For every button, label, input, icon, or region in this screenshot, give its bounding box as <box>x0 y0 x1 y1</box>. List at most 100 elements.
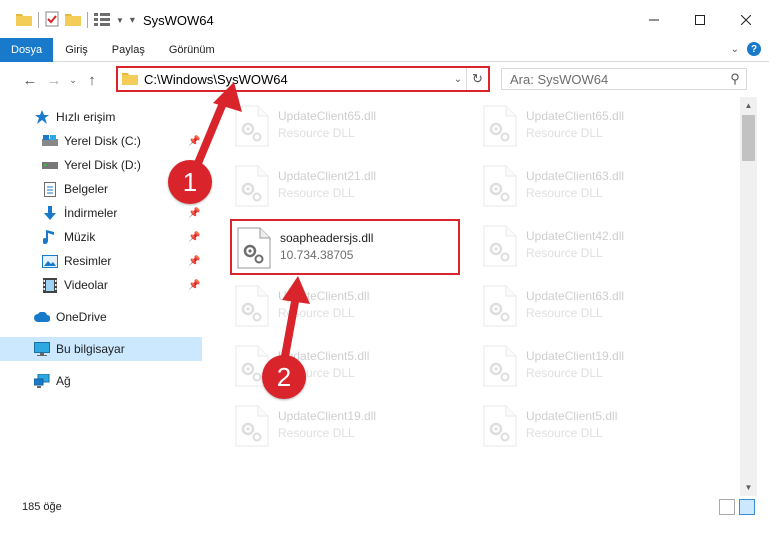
file-item[interactable]: UpdateClient63.dll Resource DLL <box>478 159 708 215</box>
address-bar[interactable]: C:\Windows\SysWOW64 ⌄ ↻ <box>116 66 490 92</box>
cloud-icon <box>34 309 50 325</box>
folder-icon <box>122 71 138 88</box>
close-button[interactable] <box>723 0 769 40</box>
back-arrow-icon[interactable]: ← <box>18 68 42 92</box>
file-item[interactable]: UpdateClient63.dll Resource DLL <box>478 279 708 335</box>
file-name: UpdateClient19.dll <box>526 349 625 363</box>
search-box[interactable]: ⚲ <box>501 68 747 90</box>
file-name: UpdateClient63.dll <box>526 289 625 303</box>
sidebar-item-quick-access[interactable]: Hızlı erişim <box>0 105 202 129</box>
new-folder-icon[interactable] <box>65 12 81 29</box>
file-item[interactable]: soapheadersjs.dll 10.734.38705 <box>230 219 460 275</box>
recent-locations-chevron-icon[interactable]: ⌄ <box>66 68 80 92</box>
sidebar-item-local-disk-c[interactable]: Yerel Disk (C:) 📌 <box>0 129 202 153</box>
dll-file-icon <box>482 405 518 447</box>
file-item[interactable]: UpdateClient42.dll Resource DLL <box>478 219 708 275</box>
file-item[interactable]: UpdateClient65.dll Resource DLL <box>230 99 460 155</box>
pin-icon[interactable]: 📌 <box>188 256 200 267</box>
file-description: Resource DLL <box>278 126 355 140</box>
customize-toolbar-icon[interactable]: ▾ <box>130 15 135 26</box>
dll-file-icon <box>234 345 270 387</box>
network-icon <box>34 373 50 389</box>
file-item[interactable]: UpdateClient21.dll Resource DLL <box>230 159 460 215</box>
sidebar-item-videos[interactable]: Videolar 📌 <box>0 273 202 297</box>
search-input[interactable] <box>502 71 724 87</box>
separator <box>87 12 88 28</box>
scroll-down-icon[interactable]: ▼ <box>740 479 757 496</box>
tab-home[interactable]: Giriş <box>53 38 100 62</box>
details-view-icon[interactable] <box>719 499 735 515</box>
address-path[interactable]: C:\Windows\SysWOW64 <box>144 72 450 87</box>
tab-share[interactable]: Paylaş <box>100 38 157 62</box>
tiles-view-icon[interactable] <box>739 499 755 515</box>
file-item[interactable]: UpdateClient5.dll Resource DLL <box>478 399 708 455</box>
up-arrow-icon[interactable]: ↑ <box>80 68 104 92</box>
expand-ribbon-icon[interactable]: ⌄ <box>731 44 739 55</box>
file-name: UpdateClient65.dll <box>278 109 377 123</box>
sidebar-item-label: OneDrive <box>56 310 107 324</box>
view-options-icon[interactable] <box>94 12 110 29</box>
computer-icon <box>34 341 50 357</box>
maximize-button[interactable] <box>677 0 723 40</box>
file-name: UpdateClient5.dll <box>278 289 370 303</box>
pin-icon[interactable]: 📌 <box>188 184 200 195</box>
sidebar-item-pictures[interactable]: Resimler 📌 <box>0 249 202 273</box>
pin-icon[interactable]: 📌 <box>188 232 200 243</box>
dll-file-icon <box>482 225 518 267</box>
file-name: soapheadersjs.dll <box>280 231 374 245</box>
pin-icon[interactable]: 📌 <box>188 280 200 291</box>
sidebar-item-music[interactable]: Müzik 📌 <box>0 225 202 249</box>
help-icon[interactable]: ? <box>747 42 761 56</box>
sidebar-item-documents[interactable]: Belgeler 📌 <box>0 177 202 201</box>
sidebar-item-label: Belgeler <box>64 182 109 196</box>
sidebar-item-label: Videolar <box>64 278 108 292</box>
file-description: 10.734.38705 <box>280 248 354 262</box>
dll-file-icon <box>234 285 270 327</box>
sidebar-item-this-pc[interactable]: Bu bilgisayar <box>0 337 202 361</box>
pin-icon[interactable]: 📌 <box>188 136 200 147</box>
file-item[interactable]: UpdateClient5.dll Resource DLL <box>230 339 460 395</box>
file-description: Resource DLL <box>526 366 603 380</box>
sidebar-item-label: Bu bilgisayar <box>56 342 125 356</box>
scroll-thumb[interactable] <box>742 115 755 161</box>
file-item[interactable]: UpdateClient5.dll Resource DLL <box>230 279 460 335</box>
sidebar-item-label: Ağ <box>56 374 71 388</box>
scroll-up-icon[interactable]: ▲ <box>740 97 757 114</box>
file-name: UpdateClient19.dll <box>278 409 377 423</box>
dll-file-icon <box>236 227 272 269</box>
drive-icon <box>42 157 58 173</box>
file-description: Resource DLL <box>278 186 355 200</box>
sidebar-item-network[interactable]: Ağ <box>0 369 202 393</box>
sidebar-item-local-disk-d[interactable]: Yerel Disk (D:) <box>0 153 202 177</box>
file-item[interactable]: UpdateClient65.dll Resource DLL <box>478 99 708 155</box>
tab-file[interactable]: Dosya <box>0 37 54 62</box>
sidebar-item-onedrive[interactable]: OneDrive <box>0 305 202 329</box>
file-description: Resource DLL <box>526 126 603 140</box>
search-icon[interactable]: ⚲ <box>724 71 746 87</box>
dll-file-icon <box>234 105 270 147</box>
sidebar-item-downloads[interactable]: İndirmeler 📌 <box>0 201 202 225</box>
chevron-down-icon[interactable]: ▼ <box>116 16 124 25</box>
pictures-icon <box>42 253 58 269</box>
title-bar: ▼ ▾ SysWOW64 <box>0 0 769 40</box>
vertical-scrollbar[interactable]: ▲ ▼ <box>740 97 757 496</box>
file-description: Resource DLL <box>278 426 355 440</box>
minimize-button[interactable] <box>631 0 677 40</box>
navigation-bar: ← → ⌄ ↑ C:\Windows\SysWOW64 ⌄ ↻ ⚲ <box>0 63 769 97</box>
refresh-icon[interactable]: ↻ <box>466 68 488 90</box>
star-icon <box>34 109 50 125</box>
dll-file-icon <box>234 405 270 447</box>
sidebar-item-label: Müzik <box>64 230 96 244</box>
separator <box>38 12 39 28</box>
sidebar-item-label: Yerel Disk (C:) <box>64 134 141 148</box>
chevron-down-icon[interactable]: ⌄ <box>450 74 466 85</box>
file-description: Resource DLL <box>526 246 603 260</box>
file-item[interactable]: UpdateClient19.dll Resource DLL <box>230 399 460 455</box>
properties-icon[interactable] <box>45 11 59 30</box>
file-item[interactable]: UpdateClient19.dll Resource DLL <box>478 339 708 395</box>
dll-file-icon <box>234 165 270 207</box>
pin-icon[interactable]: 📌 <box>188 208 200 219</box>
file-description: Resource DLL <box>526 426 603 440</box>
forward-arrow-icon[interactable]: → <box>42 68 66 92</box>
tab-view[interactable]: Görünüm <box>157 38 227 62</box>
